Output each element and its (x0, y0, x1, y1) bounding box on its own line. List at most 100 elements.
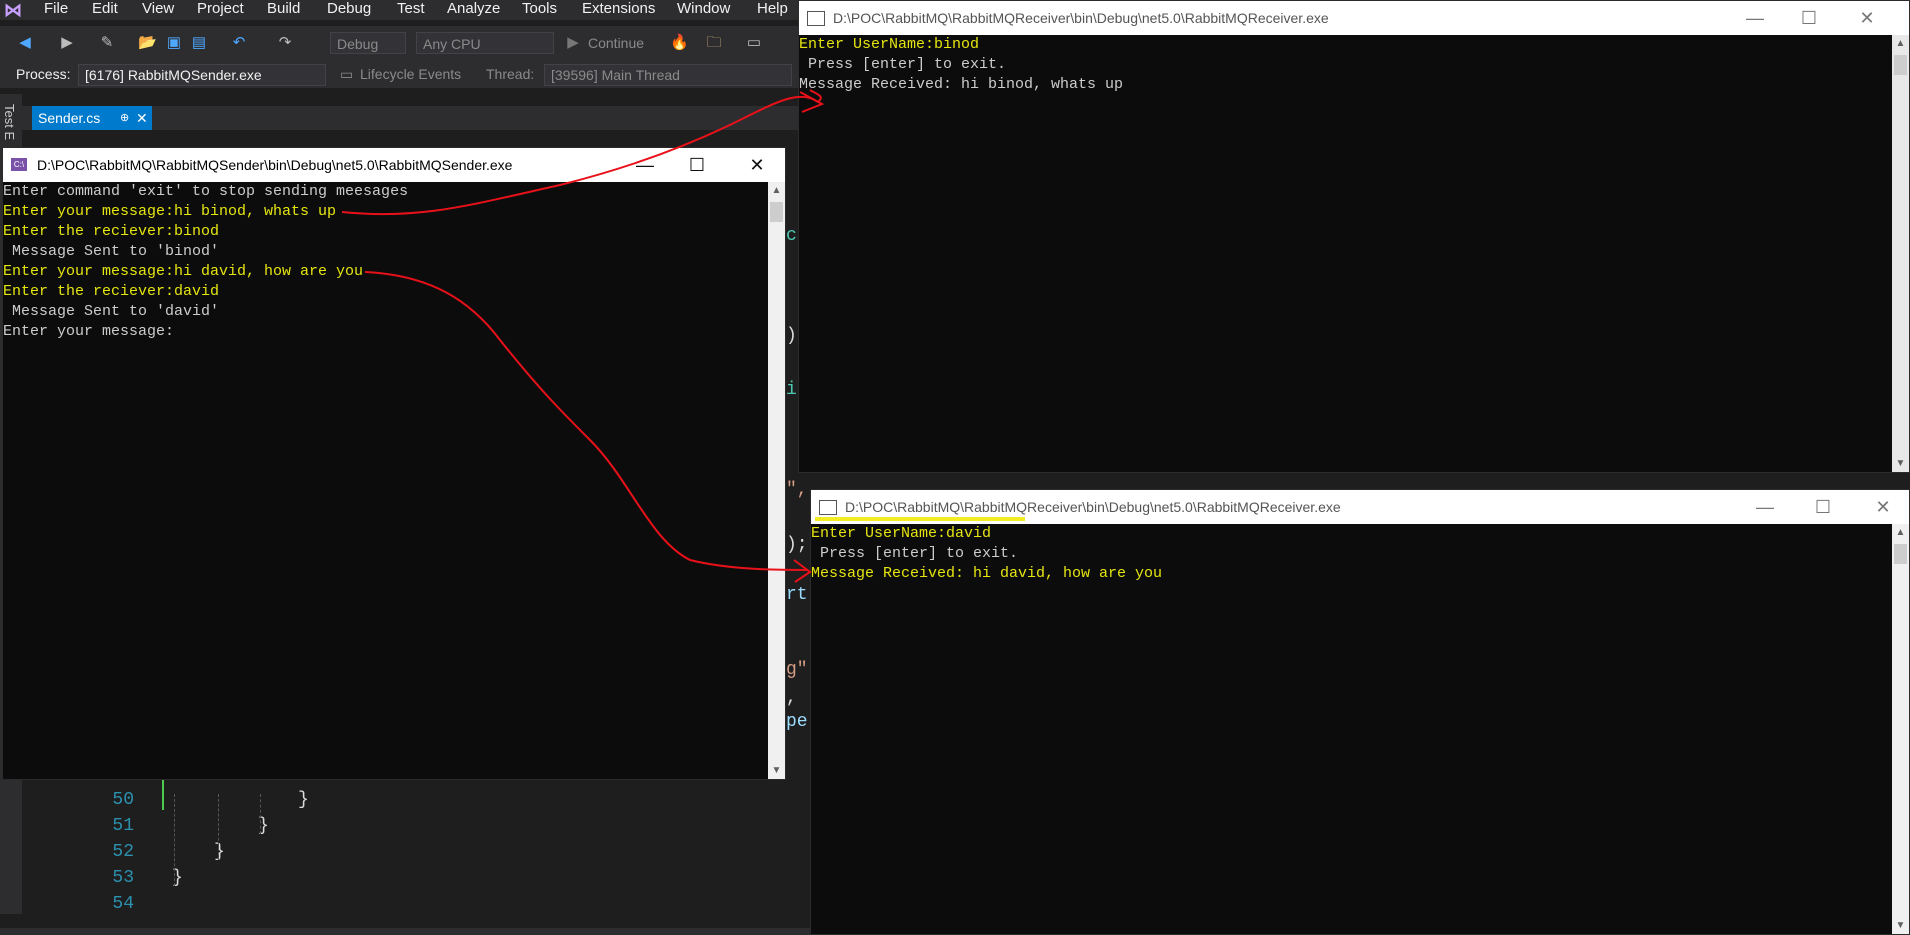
new-item-icon[interactable]: ✎ (98, 34, 116, 52)
test-explorer-tab[interactable]: Test E (2, 104, 17, 140)
receiver-binod-output[interactable]: Enter UserName:binod Press [enter] to ex… (799, 35, 1891, 472)
save-all-icon[interactable]: ▤ (190, 34, 208, 52)
console-line: Enter the reciever:binod (3, 223, 220, 240)
lifecycle-events-icon[interactable]: ▭ (340, 66, 353, 83)
scroll-up-icon[interactable]: ▲ (1892, 35, 1909, 52)
lifecycle-events-label[interactable]: Lifecycle Events (360, 66, 461, 82)
console-line: Message Received: hi binod, whats up (799, 76, 1124, 93)
continue-play-icon[interactable]: ▶ (564, 34, 582, 52)
menu-window[interactable]: Window (677, 0, 730, 20)
menu-test[interactable]: Test (397, 0, 425, 20)
menu-project[interactable]: Project (197, 0, 244, 20)
console-line: Message Received: hi david, how are you (811, 565, 1163, 582)
receiver-david-title-bar[interactable]: D:\POC\RabbitMQ\RabbitMQReceiver\bin\Deb… (811, 490, 1909, 524)
line-number: 53 (112, 868, 134, 888)
receiver-david-output[interactable]: Enter UserName:david Press [enter] to ex… (811, 524, 1891, 934)
console-line: Enter the reciever:david (3, 283, 220, 300)
scroll-down-icon[interactable]: ▼ (768, 762, 785, 779)
console-line: Enter command 'exit' to stop sending mee… (3, 183, 409, 200)
sender-scrollbar[interactable]: ▲ ▼ (768, 182, 785, 779)
code-fragment: rt (786, 585, 808, 605)
visual-studio-logo-icon: ⋈ (4, 0, 22, 20)
close-tab-icon[interactable]: ✕ (136, 106, 148, 130)
receiver-binod-scrollbar[interactable]: ▲ ▼ (1892, 35, 1909, 472)
code-fragment: ) (786, 326, 797, 346)
menu-edit[interactable]: Edit (92, 0, 118, 20)
code-fragment: i (786, 380, 797, 400)
indent-guide (174, 794, 175, 886)
receiver-david-window[interactable]: D:\POC\RabbitMQ\RabbitMQReceiver\bin\Deb… (810, 489, 1910, 935)
receiver-binod-title-bar[interactable]: D:\POC\RabbitMQ\RabbitMQReceiver\bin\Deb… (799, 1, 1909, 35)
close-icon[interactable]: ✕ (1847, 5, 1887, 31)
folder-browse-icon[interactable]: 🗀 (705, 34, 723, 52)
menu-debug[interactable]: Debug (327, 0, 371, 20)
scroll-down-icon[interactable]: ▼ (1892, 917, 1909, 934)
console-app-icon (807, 11, 825, 26)
minimize-icon[interactable]: — (625, 152, 665, 178)
sender-console-window[interactable]: C:\ D:\POC\RabbitMQ\RabbitMQSender\bin\D… (2, 147, 786, 780)
menu-tools[interactable]: Tools (522, 0, 557, 20)
menu-build[interactable]: Build (267, 0, 300, 20)
thread-select[interactable]: [39596] Main Thread (544, 64, 792, 86)
code-fragment: ", (786, 480, 808, 500)
tab-sender-cs[interactable]: Sender.cs ⊕ ✕ (32, 106, 152, 130)
menu-analyze[interactable]: Analyze (447, 0, 500, 20)
code-line: } (298, 790, 309, 810)
platform-select[interactable]: Any CPU (416, 32, 554, 54)
hot-reload-icon[interactable]: 🔥 (670, 34, 689, 52)
scroll-up-icon[interactable]: ▲ (768, 182, 785, 199)
console-line: Enter UserName:david (811, 525, 992, 542)
sender-title-bar[interactable]: C:\ D:\POC\RabbitMQ\RabbitMQSender\bin\D… (3, 148, 785, 182)
scroll-thumb[interactable] (1894, 55, 1907, 75)
vs-process-bar: Process: [6176] RabbitMQSender.exe ▭ Lif… (0, 62, 800, 88)
line-number: 52 (112, 842, 134, 862)
scroll-thumb[interactable] (770, 202, 783, 222)
window-title: D:\POC\RabbitMQ\RabbitMQSender\bin\Debug… (37, 157, 513, 173)
close-icon[interactable]: ✕ (737, 152, 777, 178)
code-fragment: g" (786, 660, 808, 680)
tab-label: Sender.cs (38, 110, 101, 126)
minimize-icon[interactable]: — (1745, 494, 1785, 520)
vs-toolbar: ◀ ▶ ✎ 📂 ▣ ▤ ↶ ↷ Debug Any CPU ▶ Continue… (0, 26, 800, 62)
undo-icon[interactable]: ↶ (230, 34, 248, 52)
code-fragment: , (786, 688, 797, 708)
console-line: Enter your message: (3, 323, 175, 340)
code-line: } (214, 842, 225, 862)
receiver-david-scrollbar[interactable]: ▲ ▼ (1892, 524, 1909, 934)
open-folder-icon[interactable]: 📂 (138, 34, 157, 52)
minimize-icon[interactable]: — (1735, 5, 1775, 31)
continue-label[interactable]: Continue (588, 35, 644, 51)
menu-help[interactable]: Help (757, 0, 788, 20)
scroll-down-icon[interactable]: ▼ (1892, 455, 1909, 472)
scroll-up-icon[interactable]: ▲ (1892, 524, 1909, 541)
pin-icon[interactable]: ⊕ (120, 106, 129, 130)
forward-icon[interactable]: ▶ (58, 34, 76, 52)
scroll-thumb[interactable] (1894, 544, 1907, 564)
configuration-select[interactable]: Debug (330, 32, 406, 54)
code-fragment: ); (786, 535, 808, 555)
yellow-highlight-mark (815, 517, 1025, 521)
code-fragment: pe (786, 712, 808, 732)
maximize-icon[interactable]: ☐ (677, 152, 717, 178)
window-title: D:\POC\RabbitMQ\RabbitMQReceiver\bin\Deb… (833, 10, 1329, 26)
close-icon[interactable]: ✕ (1863, 494, 1903, 520)
save-icon[interactable]: ▣ (165, 34, 183, 52)
console-line: Enter your message:hi binod, whats up (3, 203, 337, 220)
redo-icon[interactable]: ↷ (276, 34, 294, 52)
maximize-icon[interactable]: ☐ (1789, 5, 1829, 31)
menu-extensions[interactable]: Extensions (582, 0, 655, 20)
thread-label: Thread: (486, 66, 535, 82)
back-icon[interactable]: ◀ (16, 34, 34, 52)
change-marker (162, 780, 164, 810)
menu-view[interactable]: View (142, 0, 174, 20)
menu-file[interactable]: File (44, 0, 68, 20)
process-select[interactable]: [6176] RabbitMQSender.exe (78, 64, 326, 86)
sender-console-output[interactable]: Enter command 'exit' to stop sending mee… (3, 182, 767, 779)
console-app-icon: C:\ (11, 158, 27, 171)
screen-icon[interactable]: ▭ (745, 34, 763, 52)
console-line: Press [enter] to exit. (799, 56, 1007, 73)
maximize-icon[interactable]: ☐ (1803, 494, 1843, 520)
line-number: 54 (112, 894, 134, 914)
receiver-binod-window[interactable]: D:\POC\RabbitMQ\RabbitMQReceiver\bin\Deb… (798, 0, 1910, 473)
console-line: Enter your message:hi david, how are you (3, 263, 364, 280)
